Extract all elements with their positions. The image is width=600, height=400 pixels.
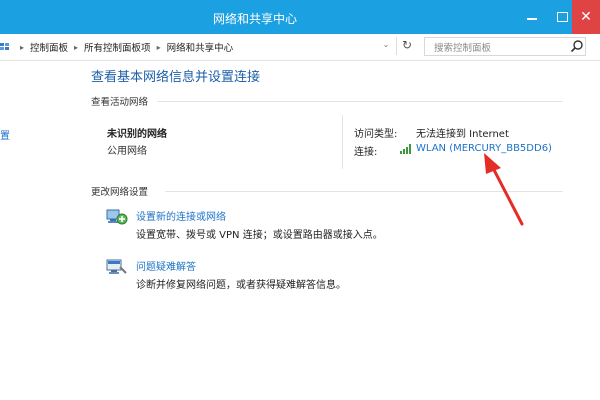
access-type-label: 访问类型:: [354, 129, 398, 140]
troubleshoot-description: 诊断并修复网络问题，或者获得疑难解答信息。: [136, 280, 346, 291]
wlan-connection-link[interactable]: WLAN (MERCURY_BB5DD6): [416, 143, 552, 154]
troubleshoot-link[interactable]: 问题疑难解答: [136, 258, 196, 273]
breadcrumb-all-items[interactable]: 所有控制面板项: [84, 40, 151, 54]
access-type-value: 无法连接到 Internet: [416, 129, 509, 140]
breadcrumb-separator: ▸: [20, 42, 25, 52]
active-networks-heading: 查看活动网络: [91, 97, 149, 108]
breadcrumb-network-center[interactable]: 网络和共享中心: [167, 40, 234, 54]
search-placeholder: 搜索控制面板: [434, 43, 492, 54]
maximize-icon: [556, 12, 568, 22]
control-panel-icon: [0, 43, 9, 50]
change-settings-heading: 更改网络设置: [91, 187, 149, 198]
window-title: 网络和共享中心: [212, 12, 297, 26]
wifi-signal-icon: [400, 144, 411, 154]
breadcrumb-separator: ▸: [156, 42, 161, 52]
breadcrumb: ▸ 控制面板 ▸ 所有控制面板项 ▸ 网络和共享中心: [0, 40, 233, 54]
sidebar-link-cutoff[interactable]: 置: [0, 127, 10, 142]
breadcrumb-separator: ▸: [74, 42, 79, 52]
divider: [396, 37, 397, 55]
chevron-down-icon[interactable]: ⌄: [380, 40, 392, 54]
search-icon[interactable]: [570, 39, 584, 53]
troubleshoot-icon: [106, 259, 127, 274]
refresh-button[interactable]: ↻: [400, 38, 414, 54]
maximize-button[interactable]: [552, 0, 572, 34]
breadcrumb-control-panel[interactable]: 控制面板: [30, 40, 68, 54]
network-setup-icon: [106, 209, 128, 225]
divider: [165, 191, 563, 192]
network-name: 未识别的网络: [107, 129, 167, 140]
close-button[interactable]: ✕: [572, 0, 600, 34]
connections-label: 连接:: [354, 147, 378, 158]
setup-connection-link[interactable]: 设置新的连接或网络: [136, 208, 226, 223]
page-title: 查看基本网络信息并设置连接: [91, 70, 261, 85]
setup-connection-description: 设置宽带、拨号或 VPN 连接；或设置路由器或接入点。: [136, 230, 383, 241]
minimize-button[interactable]: [512, 0, 552, 34]
network-type: 公用网络: [107, 146, 147, 157]
divider: [342, 115, 343, 169]
divider: [157, 101, 563, 102]
